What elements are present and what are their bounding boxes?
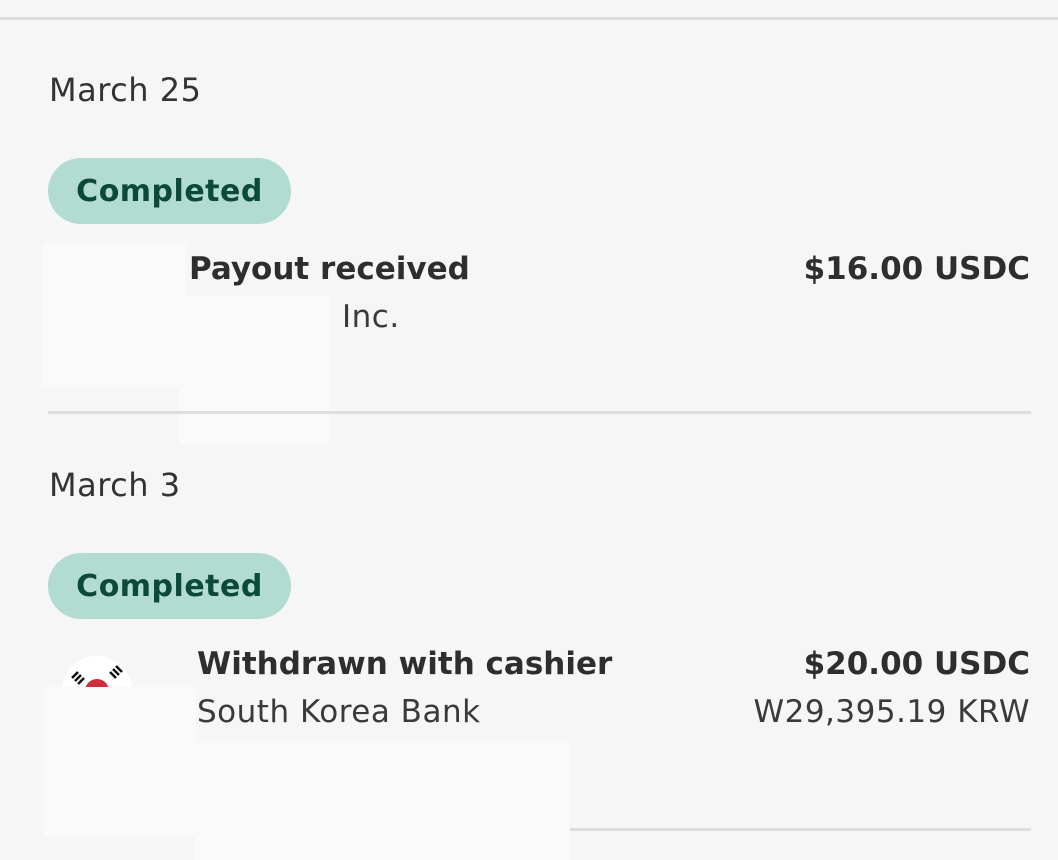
transaction-subtitle: Inc. xyxy=(342,299,400,335)
status-badge-label: Completed xyxy=(76,173,263,209)
status-badge: Completed xyxy=(48,158,291,224)
transaction-history: March 25 Completed Payout received Inc. … xyxy=(0,0,1058,860)
redacted-name xyxy=(179,296,329,445)
redacted-avatar xyxy=(42,244,186,387)
redacted-avatar xyxy=(44,687,196,837)
status-badge: Completed xyxy=(48,553,291,619)
status-badge-label: Completed xyxy=(76,568,263,604)
date-header: March 25 xyxy=(49,71,202,109)
row-divider xyxy=(570,828,1031,831)
transaction-local-amount: W29,395.19 KRW xyxy=(753,694,1030,730)
date-header: March 3 xyxy=(49,466,181,504)
row-divider xyxy=(48,411,1031,414)
top-divider xyxy=(0,17,1058,20)
transaction-amount: $16.00 USDC xyxy=(803,251,1030,287)
transaction-amount: $20.00 USDC xyxy=(803,646,1030,682)
redacted-account xyxy=(195,743,570,860)
transaction-title: Withdrawn with cashier xyxy=(197,646,613,682)
transaction-title: Payout received xyxy=(189,251,470,287)
transaction-subtitle: South Korea Bank xyxy=(197,694,481,730)
